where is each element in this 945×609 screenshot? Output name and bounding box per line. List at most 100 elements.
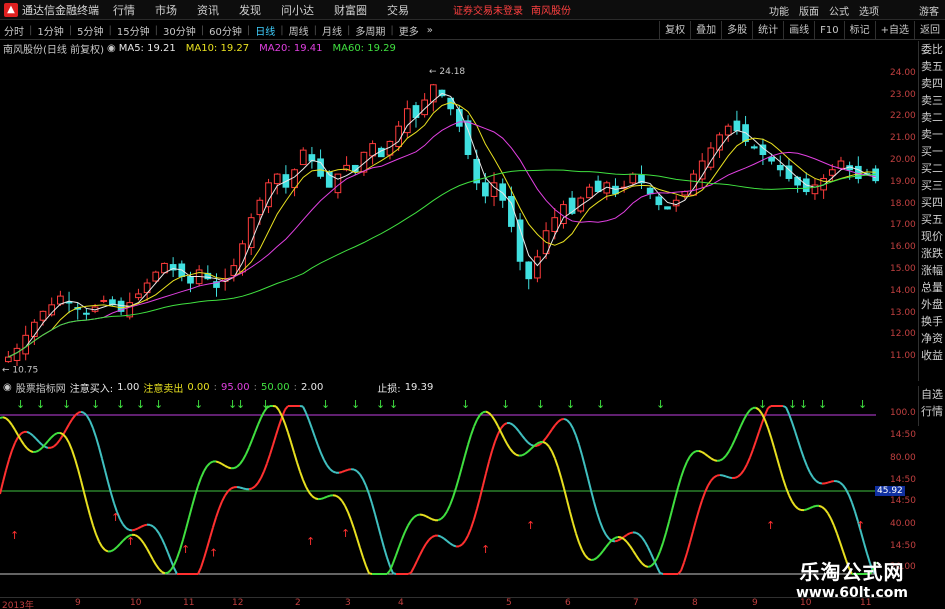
- side-item[interactable]: 买二: [919, 160, 945, 177]
- add-watchlist-button[interactable]: +自选: [874, 21, 914, 40]
- period-tab-15min[interactable]: 15分钟: [113, 23, 154, 38]
- period-tab-more[interactable]: 更多: [395, 23, 423, 38]
- multi-stock-button[interactable]: 多股: [721, 21, 752, 40]
- menu-functions[interactable]: 功能: [769, 3, 789, 18]
- indicator-segment: [725, 475, 730, 479]
- side-item-watchlist[interactable]: 自选: [919, 386, 945, 403]
- app-title: 通达信金融终端: [22, 3, 99, 17]
- indicator-segment: [374, 513, 379, 526]
- side-item[interactable]: 外盘: [919, 296, 945, 313]
- period-tab-60min[interactable]: 60分钟: [205, 23, 246, 38]
- indicator-segment: [686, 455, 691, 463]
- buy-signal-arrow-icon: ↓: [91, 398, 100, 411]
- indicator-segment: [665, 521, 670, 534]
- menu-quotes[interactable]: 行情: [113, 2, 135, 18]
- menu-ask[interactable]: 问小达: [281, 2, 314, 18]
- indicator-segment: [62, 433, 67, 439]
- menu-news[interactable]: 资讯: [197, 2, 219, 18]
- sell-signal-arrow-icon: ↑: [856, 519, 865, 532]
- draw-line-button[interactable]: 画线: [783, 21, 814, 40]
- indicator-segment: [101, 546, 106, 551]
- period-tab-monthly[interactable]: 月线: [318, 23, 346, 38]
- side-item[interactable]: 买五: [919, 211, 945, 228]
- buy-signal-arrow-icon: ↓: [154, 398, 163, 411]
- side-item[interactable]: 委比: [919, 41, 945, 58]
- indicator-segment: [131, 528, 136, 532]
- overlay-button[interactable]: 叠加: [690, 21, 721, 40]
- candle-body: [5, 356, 12, 363]
- watchlist-side-panel[interactable]: 自选 行情: [918, 386, 945, 426]
- back-button[interactable]: 返回: [914, 21, 945, 40]
- side-item[interactable]: 卖五: [919, 58, 945, 75]
- indicator-segment: [644, 541, 649, 548]
- adjust-button[interactable]: 复权: [659, 21, 690, 40]
- period-tab-intraday[interactable]: 分时: [0, 23, 28, 38]
- indicator-segment: [398, 538, 403, 548]
- side-item[interactable]: 净资: [919, 330, 945, 347]
- indicator-segment: [425, 515, 430, 519]
- indicator-segment: [779, 468, 784, 479]
- watermark-url: www.60lt.com: [795, 585, 909, 601]
- indicator-segment: [644, 564, 649, 568]
- indicator-segment: [164, 545, 169, 554]
- indicator-segment: [605, 542, 610, 548]
- period-tab-30min[interactable]: 30分钟: [159, 23, 200, 38]
- side-item[interactable]: 买四: [919, 194, 945, 211]
- indicator-segment: [626, 541, 631, 547]
- indicator-segment: [863, 542, 868, 554]
- side-item[interactable]: 卖四: [919, 75, 945, 92]
- quote-side-panel[interactable]: 委比 卖五 卖四 卖三 卖二 卖一 买一 买二 买三 买四 买五 现价 涨跌 涨…: [918, 41, 945, 381]
- indicator-segment: [485, 410, 490, 414]
- side-item[interactable]: 卖二: [919, 109, 945, 126]
- indicator-segment: [710, 476, 715, 482]
- indicator-segment: [71, 449, 76, 460]
- side-item[interactable]: 买三: [919, 177, 945, 194]
- menu-layout[interactable]: 版面: [799, 3, 819, 18]
- period-tab-multi[interactable]: 多周期: [351, 23, 389, 38]
- menu-discover[interactable]: 发现: [239, 2, 261, 18]
- more-arrow-icon[interactable]: »: [427, 25, 433, 36]
- stats-button[interactable]: 统计: [752, 21, 783, 40]
- side-item-quotes[interactable]: 行情: [919, 403, 945, 420]
- indicator-tick-label: 14:50: [890, 496, 916, 506]
- candle-body: [273, 173, 281, 185]
- side-item[interactable]: 卖一: [919, 126, 945, 143]
- settings-gear-icon[interactable]: ◉: [107, 43, 116, 54]
- indicator-segment: [191, 495, 196, 507]
- side-item[interactable]: 涨跌: [919, 245, 945, 262]
- menu-wealth[interactable]: 财富圈: [334, 2, 367, 18]
- guest-user[interactable]: 游客: [919, 3, 939, 18]
- side-item[interactable]: 涨幅: [919, 262, 945, 279]
- side-item[interactable]: 总量: [919, 279, 945, 296]
- indicator-name[interactable]: 股票指标网: [16, 380, 66, 395]
- indicator-v2: 95.00: [221, 381, 250, 393]
- side-item[interactable]: 现价: [919, 228, 945, 245]
- indicator-segment: [713, 459, 718, 462]
- login-warning[interactable]: 证券交易未登录: [453, 2, 523, 17]
- side-item[interactable]: 买一: [919, 143, 945, 160]
- side-item[interactable]: 卖三: [919, 92, 945, 109]
- candlestick-chart[interactable]: ← 24.18 ← 10.75: [0, 55, 888, 380]
- indicator-segment: [698, 450, 703, 453]
- indicator-gear-icon[interactable]: ◉: [3, 382, 12, 393]
- menu-market[interactable]: 市场: [155, 2, 177, 18]
- period-tab-1min[interactable]: 1分钟: [33, 23, 67, 38]
- side-item[interactable]: 收益: [919, 347, 945, 364]
- buy-signal-arrow-icon: ↓: [501, 398, 510, 411]
- period-tab-daily[interactable]: 日线: [251, 23, 279, 38]
- mark-button[interactable]: 标记: [843, 21, 875, 40]
- menu-formula[interactable]: 公式: [829, 3, 849, 18]
- f10-button[interactable]: F10: [814, 21, 843, 40]
- indicator-chart[interactable]: ↓ ↓ ↓ ↓ ↓ ↓ ↓ ↓ ↓↓ ↓ ↓ ↓ ↓ ↓ ↓ ↓ ↓ ↓ ↓ ↓ ↓ ↓ ↓ ↓ ↓↑↑↑↑ ↑↑↑↑↑ ↑ ↑: [0, 396, 888, 596]
- period-tab-weekly[interactable]: 周线: [285, 23, 313, 38]
- menu-options[interactable]: 选项: [859, 3, 879, 18]
- indicator-segment: [5, 459, 10, 471]
- indicator-segment: [776, 457, 781, 469]
- indicator-segment: [842, 484, 847, 490]
- side-item[interactable]: 换手: [919, 313, 945, 330]
- period-tab-5min[interactable]: 5分钟: [73, 23, 107, 38]
- indicator-segment: [818, 504, 823, 508]
- menu-trade[interactable]: 交易: [387, 2, 409, 18]
- indicator-segment: [521, 452, 526, 457]
- candle-body: [646, 187, 654, 195]
